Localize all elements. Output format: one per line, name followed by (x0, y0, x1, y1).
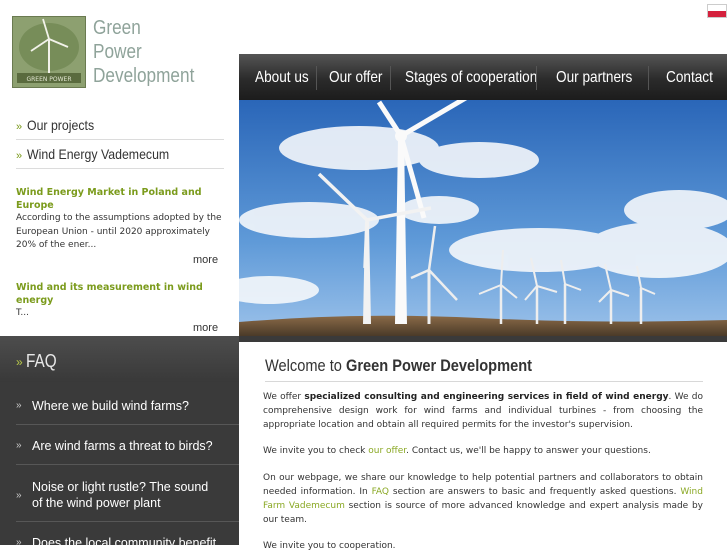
our-offer-link[interactable]: our offer (368, 446, 406, 456)
news-excerpt: T... (16, 308, 30, 318)
svg-text:GREEN POWER: GREEN POWER (26, 76, 71, 83)
news-excerpt: According to the assumptions adopted by … (16, 213, 222, 250)
chevron-right-icon: » (16, 537, 22, 545)
nav-our-partners[interactable]: Our partners (556, 54, 646, 100)
faq-title: FAQ (25, 351, 57, 371)
chevron-right-icon: » (16, 490, 22, 501)
chevron-right-icon: » (16, 400, 22, 411)
faq-header[interactable]: » FAQ (0, 336, 239, 382)
nav-stages-of-cooperation[interactable]: Stages of cooperation (405, 54, 561, 100)
news-title[interactable]: Wind Energy Market in Poland and Europe (16, 186, 226, 212)
chevron-right-icon: » (16, 121, 23, 133)
nav-contact[interactable]: Contact (666, 54, 721, 100)
sidebar: » Our projects » Wind Energy Vademecum Win… (0, 100, 239, 336)
logo-line: Power (93, 41, 142, 63)
nav-about-us[interactable]: About us (255, 54, 318, 100)
news-more-link[interactable]: more (193, 254, 218, 266)
logo-icon[interactable]: GREEN POWER (12, 16, 86, 88)
offer-paragraph: We invite you to check our offer. Contac… (263, 446, 651, 456)
faq-question[interactable]: » Are wind farms a threat to birds? (0, 438, 239, 456)
faq-question[interactable]: » Does the local community benefit (0, 535, 239, 545)
logo-wordmark[interactable]: Green Power Development (93, 16, 211, 88)
sidebar-link-wind-energy-vademecum[interactable]: » Wind Energy Vademecum (16, 146, 189, 162)
logo-line: Development (93, 65, 195, 87)
page-title: Welcome to Green Power Development (265, 356, 533, 375)
main-nav: About us Our offer Stages of cooperation… (239, 54, 727, 100)
intro-paragraph: We offer specialized consulting and engi… (263, 392, 704, 430)
faq-question[interactable]: » Noise or light rustle? The sound of th… (0, 479, 239, 513)
chevron-right-icon: » (16, 440, 22, 451)
faq-link[interactable]: FAQ (372, 487, 389, 497)
news-more-link[interactable]: more (193, 322, 218, 334)
news-title[interactable]: Wind and its measurement in wind energy (16, 281, 226, 307)
nav-our-offer[interactable]: Our offer (329, 54, 392, 100)
logo-line: Green (93, 17, 141, 39)
chevron-right-icon: » (16, 150, 23, 162)
cooperation-paragraph: We invite you to cooperation. (263, 541, 396, 551)
sidebar-link-our-projects[interactable]: » Our projects (16, 117, 103, 133)
faq-question[interactable]: » Where we build wind farms? (0, 398, 239, 416)
chevron-right-icon: » (16, 355, 23, 370)
hero-image (239, 100, 727, 336)
knowledge-paragraph: On our webpage, we share our knowledge t… (263, 473, 703, 525)
faq-panel: » FAQ » Where we build wind farms? » Are … (0, 336, 239, 545)
poland-flag-icon[interactable] (707, 4, 727, 18)
